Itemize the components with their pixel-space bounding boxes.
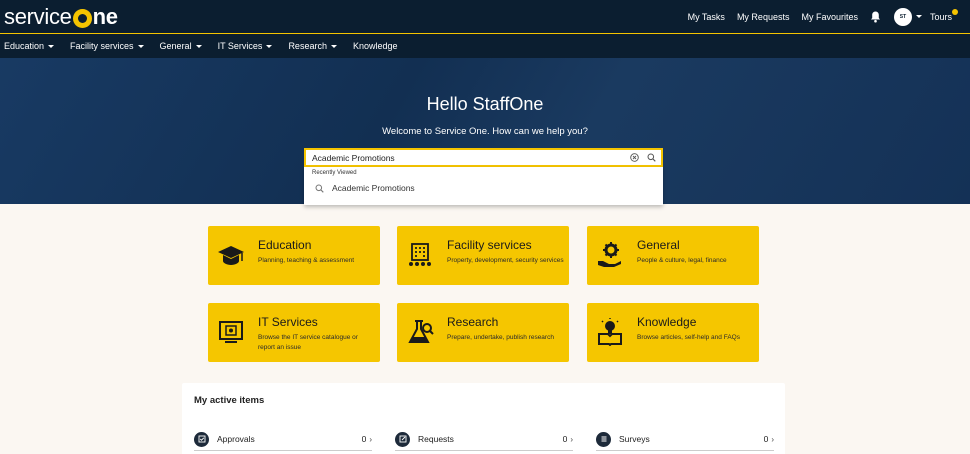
search-icon[interactable] [644, 151, 658, 165]
hero-title: Hello StaffOne [426, 94, 544, 114]
list-icon [596, 431, 611, 447]
edit-icon [395, 431, 410, 447]
active-items-panel: My active items Approvals 0 › Requests 0… [182, 383, 785, 454]
serviceone-logo[interactable]: service ne [4, 3, 118, 31]
user-menu-caret-icon[interactable] [915, 15, 922, 18]
active-item-surveys[interactable]: Surveys 0 › [596, 431, 774, 447]
search-input[interactable] [306, 150, 627, 165]
recently-viewed-heading: Recently Viewed [312, 170, 357, 176]
chevron-right-icon: › [570, 434, 573, 444]
chevron-right-icon: › [771, 434, 774, 444]
my-tasks-link[interactable]: My Tasks [688, 12, 725, 22]
lightbulb-book-icon [595, 317, 625, 347]
chevron-down-icon [195, 44, 202, 48]
search-box [304, 148, 663, 167]
divider [395, 450, 573, 451]
my-requests-link[interactable]: My Requests [737, 12, 790, 22]
nav-education[interactable]: Education [4, 41, 55, 51]
nav-research[interactable]: Research [288, 41, 337, 51]
tours-notification-dot [952, 8, 958, 15]
top-header: service ne My Tasks My Requests My Favour… [0, 0, 970, 33]
check-icon [194, 431, 209, 447]
chevron-down-icon [330, 44, 337, 48]
chevron-down-icon [137, 44, 144, 48]
nav-general[interactable]: General [160, 41, 202, 51]
card-it-services[interactable]: IT Services Browse the IT service catalo… [208, 303, 380, 362]
chevron-down-icon [266, 44, 273, 48]
divider [194, 450, 372, 451]
card-facility-services[interactable]: Facility services Property, development,… [397, 226, 569, 285]
flask-icon [405, 317, 435, 347]
main-nav: Education Facility services General IT S… [0, 33, 970, 58]
nav-knowledge[interactable]: Knowledge [353, 41, 398, 51]
search-icon [312, 181, 326, 195]
chevron-right-icon: › [369, 434, 372, 444]
my-favourites-link[interactable]: My Favourites [801, 12, 858, 22]
gear-hand-icon [595, 240, 625, 270]
graduation-cap-icon [216, 240, 246, 270]
card-education[interactable]: Education Planning, teaching & assessmen… [208, 226, 380, 285]
search-suggestions-dropdown: Recently Viewed Academic Promotions [304, 167, 663, 205]
user-avatar[interactable]: ST [893, 7, 912, 26]
divider [596, 450, 774, 451]
nav-facility-services[interactable]: Facility services [70, 41, 144, 51]
clear-search-icon[interactable] [627, 151, 641, 165]
monitor-icon [216, 317, 246, 347]
top-nav: My Tasks My Requests My Favourites ST To… [688, 0, 970, 33]
building-icon [405, 240, 435, 270]
hero-subtitle: Welcome to Service One. How can we help … [382, 126, 588, 137]
notifications-bell-icon[interactable] [870, 11, 882, 23]
chevron-down-icon [48, 44, 55, 48]
tours-link[interactable]: Tours [930, 8, 958, 22]
nav-it-services[interactable]: IT Services [218, 41, 273, 51]
active-items-title: My active items [194, 395, 265, 406]
active-item-requests[interactable]: Requests 0 › [395, 431, 573, 447]
active-item-approvals[interactable]: Approvals 0 › [194, 431, 372, 447]
card-knowledge[interactable]: Knowledge Browse articles, self-help and… [587, 303, 759, 362]
card-research[interactable]: Research Prepare, undertake, publish res… [397, 303, 569, 362]
card-general[interactable]: General People & culture, legal, finance [587, 226, 759, 285]
recent-item[interactable]: Academic Promotions [312, 181, 415, 195]
